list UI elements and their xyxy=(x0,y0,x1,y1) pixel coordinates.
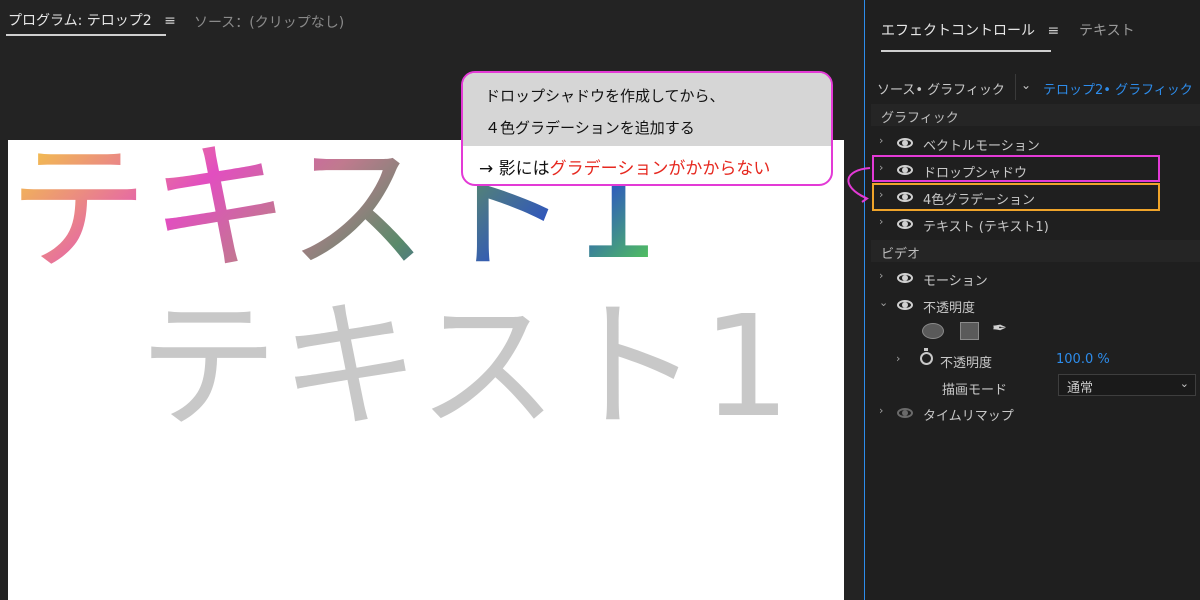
eye-icon[interactable] xyxy=(897,273,913,283)
panel-menu-icon[interactable]: ≡ xyxy=(164,13,176,29)
eye-icon[interactable] xyxy=(897,408,913,418)
active-tab-underline xyxy=(881,50,1051,52)
effect-label: タイムリマップ xyxy=(923,409,1014,424)
chevron-down-icon[interactable]: ⌄ xyxy=(879,296,888,309)
preview-text-shadow: テキスト1 xyxy=(138,286,793,449)
blend-mode-label: 描画モード xyxy=(942,383,1008,398)
source-label: ソース• グラフィック xyxy=(877,83,1005,98)
annotation-line-1: ドロップシャドウを作成してから、 xyxy=(485,87,725,105)
effect-label: モーション xyxy=(923,274,988,289)
tab-program-monitor[interactable]: プログラム: テロップ2 ≡ xyxy=(8,10,176,30)
panel-menu-icon[interactable]: ≡ xyxy=(1047,23,1059,39)
stopwatch-icon[interactable] xyxy=(920,348,933,365)
annotation-line-3: → 影にはグラデーションがかからない xyxy=(479,154,770,179)
ellipse-mask-icon[interactable] xyxy=(922,323,944,339)
annotation-line-3-prefix: → 影には xyxy=(479,159,550,179)
chevron-down-icon: ⌄ xyxy=(1179,377,1189,390)
eye-icon[interactable] xyxy=(897,300,913,310)
effect-row-motion[interactable]: › モーション xyxy=(871,265,1200,291)
clip-selector[interactable]: テロップ2• グラフィック xyxy=(1043,79,1193,98)
tab-effect-controls-label: エフェクトコントロール xyxy=(881,23,1035,39)
eye-icon[interactable] xyxy=(897,219,913,229)
source-clip-row: ソース• グラフィック ⌄ テロップ2• グラフィック xyxy=(871,74,1200,100)
section-graphic: グラフィック xyxy=(871,104,1200,126)
effect-label: テキスト (テキスト1) xyxy=(923,220,1049,235)
effect-label: ベクトルモーション xyxy=(923,139,1040,154)
tab-source-monitor[interactable]: ソース：(クリップなし) xyxy=(194,12,344,32)
tab-program-monitor-label: プログラム: テロップ2 xyxy=(8,13,152,29)
effect-controls-panel: エフェクトコントロール ≡ テキスト ソース• グラフィック ⌄ テロップ2• … xyxy=(864,0,1200,600)
active-tab-underline xyxy=(6,34,166,36)
tab-effect-controls[interactable]: エフェクトコントロール ≡ xyxy=(881,20,1059,40)
effect-row-opacity[interactable]: ⌄ 不透明度 xyxy=(871,292,1200,318)
effect-row-time-remap[interactable]: › タイムリマップ xyxy=(871,400,1200,426)
divider xyxy=(1015,74,1016,100)
program-monitor-tabbar: プログラム: テロップ2 ≡ ソース：(クリップなし) xyxy=(0,0,862,40)
effect-row-text[interactable]: › テキスト (テキスト1) xyxy=(871,211,1200,237)
effect-controls-tabbar: エフェクトコントロール ≡ テキスト xyxy=(865,0,1200,58)
effect-row-vector-motion[interactable]: › ベクトルモーション xyxy=(871,130,1200,156)
annotation-callout: ドロップシャドウを作成してから、 ４色グラデーションを追加する → 影にはグラデ… xyxy=(461,71,833,186)
chevron-right-icon[interactable]: › xyxy=(879,215,883,228)
opacity-param-row: › 不透明度 100.0 % xyxy=(880,348,1200,372)
rectangle-mask-icon[interactable] xyxy=(960,322,979,340)
chevron-down-icon[interactable]: ⌄ xyxy=(1021,78,1031,92)
blend-mode-row: 描画モード 通常 ⌄ xyxy=(880,374,1200,398)
chevron-right-icon[interactable]: › xyxy=(879,134,883,147)
mask-tools: ✒ xyxy=(922,318,1042,342)
chevron-right-icon[interactable]: › xyxy=(879,269,883,282)
opacity-param-label: 不透明度 xyxy=(940,356,993,371)
highlight-drop-shadow xyxy=(872,155,1160,182)
opacity-value[interactable]: 100.0 % xyxy=(1056,352,1110,367)
video-preview-canvas[interactable]: テキスト1 テキスト1 xyxy=(8,140,844,600)
highlight-four-color-gradient xyxy=(872,183,1160,211)
section-video: ビデオ xyxy=(871,240,1200,262)
blend-mode-select[interactable]: 通常 ⌄ xyxy=(1058,374,1196,396)
tab-text[interactable]: テキスト xyxy=(1079,20,1135,40)
annotation-line-3-highlight: グラデーションがかからない xyxy=(549,159,771,179)
effect-label: 不透明度 xyxy=(923,301,976,316)
annotation-line-2: ４色グラデーションを追加する xyxy=(485,119,695,137)
chevron-right-icon[interactable]: › xyxy=(896,352,900,365)
chevron-right-icon[interactable]: › xyxy=(879,404,883,417)
blend-mode-value: 通常 xyxy=(1067,381,1094,396)
pen-tool-icon[interactable]: ✒ xyxy=(992,318,1007,339)
annotation-arrow-icon xyxy=(847,167,871,203)
eye-icon[interactable] xyxy=(897,138,913,148)
